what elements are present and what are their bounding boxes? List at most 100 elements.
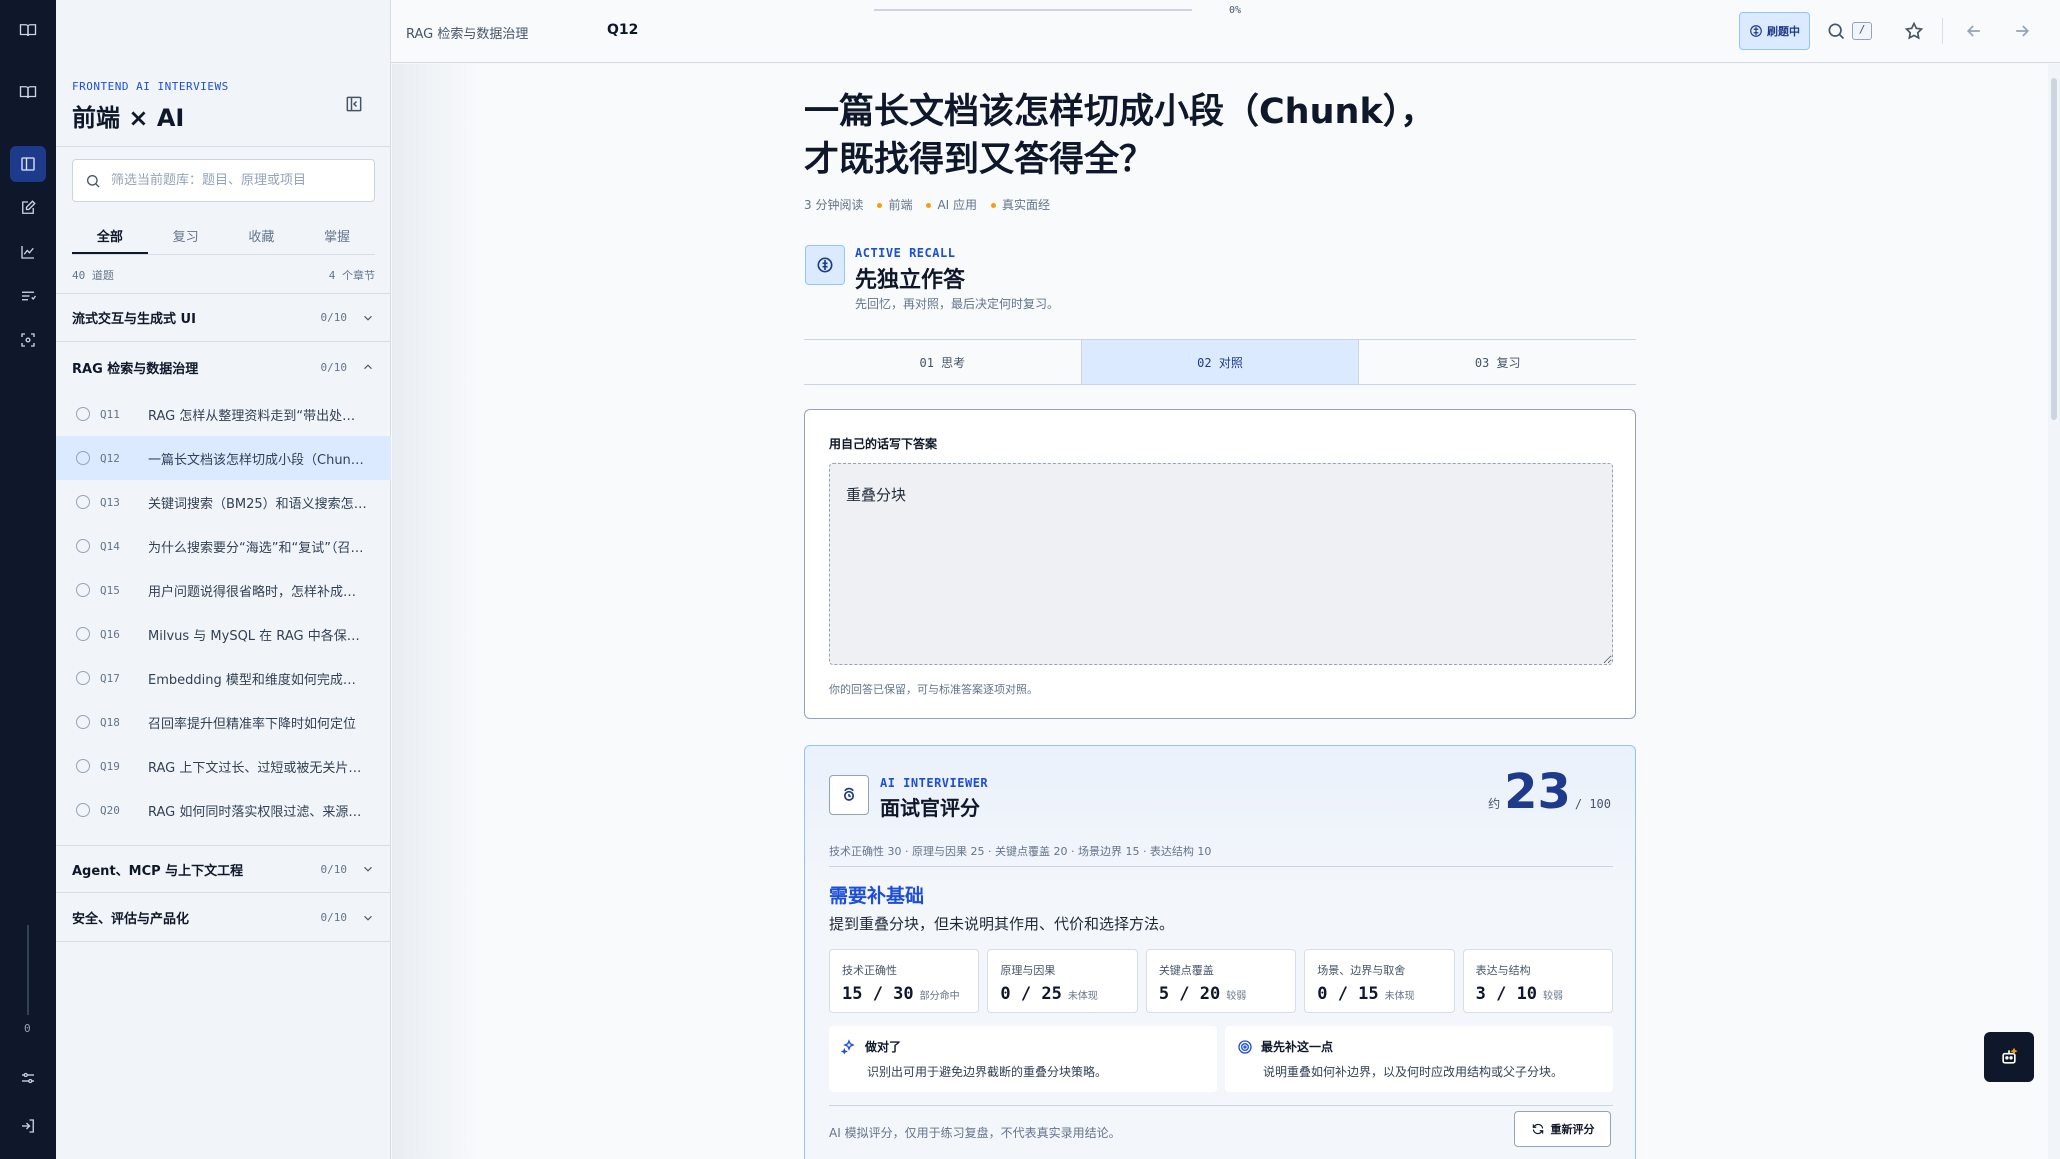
question-item[interactable]: Q15 用户问题说得很省略时，怎样补成完整查询 bbox=[56, 568, 391, 612]
section-agent-mcp[interactable]: Agent、MCP 与上下文工程 0/10 bbox=[56, 845, 391, 893]
question-title: 召回率提升但精准率下降时如何定位 bbox=[148, 716, 357, 732]
question-item-active[interactable]: Q12 一篇长文档该怎样切成小段（Chunk），才既找得到又答得全？ bbox=[56, 436, 391, 480]
login-icon[interactable] bbox=[10, 1108, 46, 1144]
question-id: Q12 bbox=[100, 451, 120, 465]
answer-textarea[interactable] bbox=[829, 463, 1613, 665]
total-sections: 4 个章节 bbox=[328, 269, 375, 282]
chevron-down-icon bbox=[364, 315, 372, 321]
question-title: 用户问题说得很省略时，怎样补成完整查询 bbox=[148, 584, 368, 600]
verdict: 需要补基础 bbox=[829, 885, 925, 907]
section-security-eval[interactable]: 安全、评估与产品化 0/10 bbox=[56, 894, 391, 942]
step-review[interactable]: 03 复习 bbox=[1359, 340, 1636, 384]
feedback-row: 做对了 识别出可用于避免边界截断的重叠分块策略。 最先补这一点 说明重叠如何补边… bbox=[829, 1026, 1613, 1092]
read-time: 3 分钟阅读 bbox=[804, 198, 864, 212]
answer-card: 用自己的话写下答案 你的回答已保留，可与标准答案逐项对照。 bbox=[804, 409, 1636, 719]
section-count: 0/10 bbox=[320, 862, 348, 876]
tab-review[interactable]: 复习 bbox=[148, 220, 224, 254]
question-item[interactable]: Q11 RAG 怎样从整理资料走到“带出处的回答” bbox=[56, 392, 391, 436]
tab-all[interactable]: 全部 bbox=[72, 220, 148, 254]
status-circle-icon bbox=[76, 451, 90, 465]
edit-note-icon[interactable] bbox=[10, 190, 46, 226]
brain-icon bbox=[805, 245, 845, 285]
question-id: Q19 bbox=[100, 759, 120, 773]
score-value: 23 bbox=[1504, 764, 1571, 820]
reading-progress-bar bbox=[874, 9, 1192, 11]
status-circle-icon bbox=[76, 803, 90, 817]
metric-card: 原理与因果 0 / 25 未体现 bbox=[987, 949, 1138, 1013]
refresh-icon bbox=[1532, 1123, 1543, 1135]
tab-favorites[interactable]: 收藏 bbox=[224, 220, 300, 254]
status-circle-icon bbox=[76, 539, 90, 553]
ai-kicker: AI INTERVIEWER bbox=[880, 776, 989, 790]
section-title: 安全、评估与产品化 bbox=[72, 912, 190, 927]
breadcrumb[interactable]: RAG 检索与数据治理 bbox=[406, 23, 528, 42]
score-total: / 100 bbox=[1574, 797, 1611, 811]
status-circle-icon bbox=[76, 583, 90, 597]
question-title: RAG 上下文过长、过短或被无关片段污染 bbox=[148, 760, 368, 776]
sparkles-icon bbox=[841, 1038, 855, 1054]
focus-scan-icon[interactable] bbox=[10, 322, 46, 358]
section-title: 流式交互与生成式 UI bbox=[72, 312, 196, 327]
practice-mode-button[interactable]: 刷题中 bbox=[1739, 12, 1810, 50]
filter-input[interactable] bbox=[111, 173, 361, 188]
collapse-sidebar-icon[interactable] bbox=[344, 94, 364, 114]
question-id: Q17 bbox=[100, 671, 120, 685]
question-item[interactable]: Q14 为什么搜索要分“海选”和“复试”（召回与精排） bbox=[56, 524, 391, 568]
search-icon bbox=[87, 174, 100, 187]
question-item[interactable]: Q18 召回率提升但精准率下降时如何定位 bbox=[56, 700, 391, 744]
question-item[interactable]: Q20 RAG 如何同时落实权限过滤、来源追溯 bbox=[56, 788, 391, 832]
list-review-icon[interactable] bbox=[10, 278, 46, 314]
section-count: 0/10 bbox=[320, 360, 348, 374]
section-title: RAG 检索与数据治理 bbox=[72, 361, 199, 377]
star-icon[interactable] bbox=[1904, 21, 1924, 41]
recall-subtitle: 先回忆，再对照，最后决定何时复习。 bbox=[855, 297, 1060, 311]
step-compare[interactable]: 02 对照 bbox=[1081, 340, 1360, 384]
divider bbox=[829, 866, 1613, 867]
question-title: 一篇长文档该怎样切成小段（Chunk），才既找得到又答得全？ bbox=[148, 452, 368, 468]
ai-score-card: AI INTERVIEWER 面试官评分 约 23 / 100 技术正确性 30… bbox=[804, 745, 1636, 1159]
section-title: Agent、MCP 与上下文工程 bbox=[72, 863, 244, 879]
question-title: 一篇长文档该怎样切成小段（Chunk），才既找得到又答得全？ bbox=[804, 92, 1436, 180]
chevron-down-icon bbox=[364, 915, 372, 921]
scrollbar-thumb[interactable] bbox=[2051, 78, 2057, 420]
search-icon[interactable] bbox=[1826, 21, 1846, 41]
question-title: RAG 怎样从整理资料走到“带出处的回答” bbox=[148, 408, 368, 424]
brand-title: 前端 × AI bbox=[72, 104, 185, 132]
question-item[interactable]: Q19 RAG 上下文过长、过短或被无关片段污染 bbox=[56, 744, 391, 788]
tab-mastered[interactable]: 掌握 bbox=[299, 220, 375, 254]
question-item[interactable]: Q16 Milvus 与 MySQL 在 RAG 中各保存什么 bbox=[56, 612, 391, 656]
tag: 前端 bbox=[877, 196, 912, 213]
tag: 真实面经 bbox=[991, 196, 1050, 213]
settings-sliders-icon[interactable] bbox=[10, 1060, 46, 1096]
question-id: Q15 bbox=[100, 583, 120, 597]
score-approx: 约 bbox=[1488, 797, 1501, 811]
verdict-description: 提到重叠分块，但未说明其作用、代价和选择方法。 bbox=[829, 915, 1175, 933]
section-count: 0/10 bbox=[320, 311, 348, 324]
section-streaming-ui[interactable]: 流式交互与生成式 UI 0/10 bbox=[56, 294, 391, 342]
section-rag[interactable]: RAG 检索与数据治理 0/10 bbox=[56, 343, 391, 391]
divider bbox=[1942, 18, 1943, 44]
question-id: Q20 bbox=[100, 803, 120, 817]
library-stats: 40 道题 4 个章节 bbox=[72, 267, 375, 283]
metric-card: 场景、边界与取舍 0 / 15 未体现 bbox=[1304, 949, 1455, 1013]
arrow-left-icon[interactable] bbox=[1964, 21, 1984, 41]
sidebar-panel-icon[interactable] bbox=[10, 146, 46, 182]
chart-line-icon[interactable] bbox=[10, 234, 46, 270]
step-think[interactable]: 01 思考 bbox=[804, 340, 1082, 384]
rescore-button[interactable]: 重新评分 bbox=[1514, 1111, 1611, 1147]
question-title: Embedding 模型和维度如何完成选型 bbox=[148, 672, 368, 688]
reading-progress-text: 0% bbox=[1229, 5, 1242, 16]
status-circle-icon bbox=[76, 407, 90, 421]
book-icon[interactable] bbox=[10, 74, 46, 110]
question-id: Q11 bbox=[100, 407, 120, 421]
scrollbar[interactable] bbox=[2048, 64, 2060, 1159]
metric-card: 关键点覆盖 5 / 20 较弱 bbox=[1145, 949, 1297, 1013]
arrow-right-icon[interactable] bbox=[2012, 21, 2032, 41]
ai-assistant-button[interactable] bbox=[1984, 1032, 2034, 1082]
robot-icon bbox=[2002, 1047, 2018, 1064]
question-item[interactable]: Q13 关键词搜索（BM25）和语义搜索怎么配合 bbox=[56, 480, 391, 524]
question-title: Milvus 与 MySQL 在 RAG 中各保存什么 bbox=[148, 628, 368, 644]
question-item[interactable]: Q17 Embedding 模型和维度如何完成选型 bbox=[56, 656, 391, 700]
book-open-logo-icon[interactable] bbox=[10, 12, 46, 48]
filter-box[interactable] bbox=[72, 159, 375, 202]
